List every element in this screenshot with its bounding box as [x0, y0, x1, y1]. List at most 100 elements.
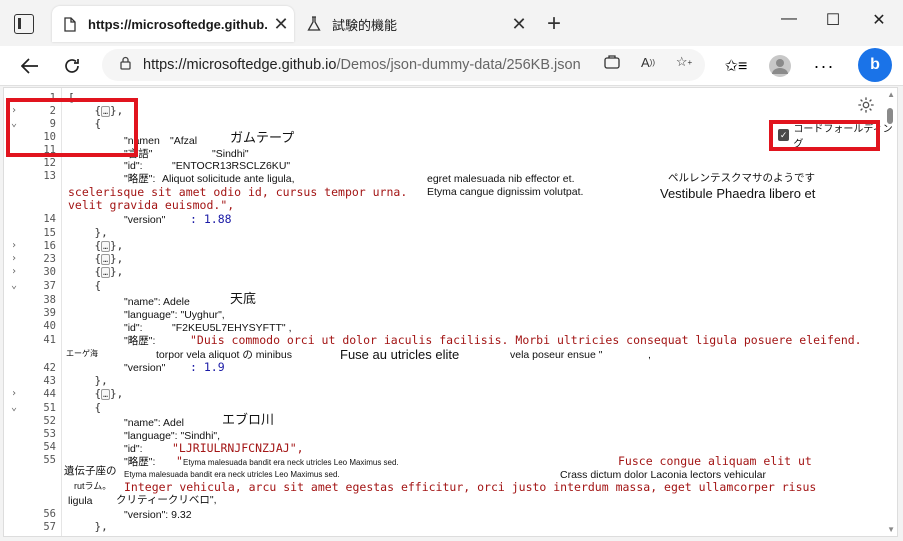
minimize-button[interactable]: —: [766, 10, 812, 28]
maximize-button[interactable]: ☐: [810, 10, 856, 30]
favorites-icon: ✩≡: [724, 58, 748, 75]
bing-icon: b: [870, 56, 880, 73]
url-host: https://microsoftedge.github.io: [143, 57, 337, 73]
line-number: 57: [43, 521, 56, 533]
scroll-down-arrow-icon[interactable]: ▼: [887, 525, 895, 534]
code-line: › 16 {…},: [4, 240, 897, 253]
number-value: : 1.9: [190, 360, 225, 374]
code-text: },: [68, 520, 108, 533]
collapsed-region-ellipsis[interactable]: …: [101, 240, 110, 252]
code-text-after: },: [109, 252, 124, 265]
tab-strip: https://microsoftedge.github.io ✕ 試験的機能 …: [0, 0, 903, 46]
fold-expanded-icon[interactable]: ⌄: [11, 280, 17, 292]
text-fragment: "略歴":: [124, 173, 156, 185]
text-fragment: Etyma cangue dignissim volutpat.: [427, 186, 584, 198]
string-value: Fusce congue aliquam elit ut: [618, 454, 812, 468]
number-value: : 1.88: [190, 212, 232, 226]
fold-collapsed-icon[interactable]: ›: [11, 240, 17, 252]
string-value: ": [176, 454, 183, 468]
line-number: 38: [43, 294, 56, 306]
add-favorite-icon[interactable]: ☆ +: [672, 52, 696, 72]
settings-gear-icon[interactable]: [857, 96, 875, 114]
line-number: 51: [43, 402, 56, 414]
line-number: 30: [43, 266, 56, 278]
text-fragment: "Afzal: [170, 135, 198, 147]
line-number: 52: [43, 415, 56, 427]
collapsed-region-ellipsis[interactable]: …: [101, 253, 110, 265]
fold-collapsed-icon[interactable]: ›: [11, 253, 17, 265]
close-window-button[interactable]: ✕: [856, 10, 902, 30]
fold-expanded-icon[interactable]: ⌄: [11, 402, 17, 414]
text-fragment: ligula: [68, 495, 93, 507]
code-text: {: [68, 280, 101, 292]
code-text-value: {: [68, 252, 102, 265]
code-line: › 23 {…},: [4, 252, 897, 266]
string-value: scelerisque sit amet odio id, cursus tem…: [68, 185, 408, 199]
json-viewer[interactable]: 1[› 2 {…}, ⌄ 9 {10 11 12 13 14 15 }, › 16 {…}, › 23 …: [3, 87, 898, 537]
toolbar: https://microsoftedge.github.io/Demos/js…: [0, 46, 903, 86]
code-text-value: },: [68, 374, 108, 387]
copilot-button[interactable]: b: [858, 48, 892, 82]
text-fragment: 天底: [230, 291, 257, 306]
code-text-after: },: [109, 239, 124, 252]
line-number: 13: [43, 170, 56, 182]
line-number: 40: [43, 320, 56, 332]
favorites-button[interactable]: ✩≡: [722, 52, 750, 80]
collapsed-region-ellipsis[interactable]: …: [101, 388, 110, 400]
highlight-fold-option: [769, 120, 880, 151]
text-fragment: Etyma malesuada bandit era neck utricles…: [183, 458, 399, 467]
code-text: {…},: [68, 388, 123, 400]
back-button[interactable]: [16, 52, 44, 80]
text-fragment: rutラム。: [74, 481, 112, 491]
text-fragment: egret malesuada nib effector et.: [427, 173, 575, 185]
string-value: "Duis commodo orci ut dolor iaculis faci…: [190, 333, 862, 347]
code-text-value: {: [68, 387, 102, 400]
code-text-value: {: [68, 401, 102, 414]
code-text-value: {: [68, 279, 102, 292]
code-line: ⌄ 51 {: [4, 401, 897, 415]
new-tab-button[interactable]: +: [540, 10, 568, 38]
tab-active[interactable]: https://microsoftedge.github.io ✕: [52, 6, 294, 42]
collapsed-region-ellipsis[interactable]: …: [101, 266, 110, 278]
line-number: 53: [43, 428, 56, 440]
code-line: ⌄ 9 {: [4, 118, 897, 131]
code-line: 15 },: [4, 227, 897, 240]
lock-icon[interactable]: [120, 56, 131, 74]
tab-actions-icon[interactable]: [14, 14, 34, 34]
app-available-icon[interactable]: [600, 52, 624, 72]
scroll-up-arrow-icon[interactable]: ▲: [887, 90, 895, 99]
highlight-fold-gutter: [6, 98, 138, 157]
text-fragment: "id":: [124, 322, 143, 334]
code-text-after: },: [109, 265, 124, 278]
line-number: 12: [43, 157, 56, 169]
line-number: 54: [43, 441, 56, 453]
text-fragment: Vestibule Phaedra libero et: [660, 186, 816, 201]
fold-collapsed-icon[interactable]: ›: [11, 266, 17, 278]
profile-button[interactable]: [766, 52, 794, 80]
fold-collapsed-icon[interactable]: ›: [11, 388, 17, 400]
scrollbar-thumb[interactable]: [887, 108, 893, 124]
close-tab-icon[interactable]: ✕: [268, 14, 294, 35]
code-text-value: },: [68, 520, 108, 533]
text-fragment: "name": Adele: [124, 296, 190, 308]
code-text: {…},: [68, 240, 123, 252]
close-tab-icon[interactable]: ✕: [506, 14, 532, 35]
more-menu-button[interactable]: ···: [810, 52, 838, 80]
code-line: 1[: [4, 92, 897, 105]
text-fragment: "id":: [124, 443, 143, 455]
text-fragment: エーゲ海: [66, 349, 98, 358]
refresh-button[interactable]: [58, 52, 86, 80]
string-value: velit gravida euismod.",: [68, 198, 235, 212]
tab-experiments[interactable]: 試験的機能 ✕: [296, 6, 532, 42]
text-fragment: "language": "Uyghur",: [124, 309, 225, 321]
code-line: › 44 {…},: [4, 388, 897, 401]
text-fragment: "version": [124, 214, 166, 226]
line-number: 37: [43, 280, 56, 292]
read-aloud-icon[interactable]: A)): [636, 52, 660, 72]
code-text: },: [68, 227, 107, 239]
page-icon: [62, 16, 78, 32]
code-line: 57 },: [4, 520, 897, 534]
text-fragment: ,: [648, 349, 651, 361]
avatar: [769, 55, 791, 77]
line-number: 23: [43, 253, 56, 265]
